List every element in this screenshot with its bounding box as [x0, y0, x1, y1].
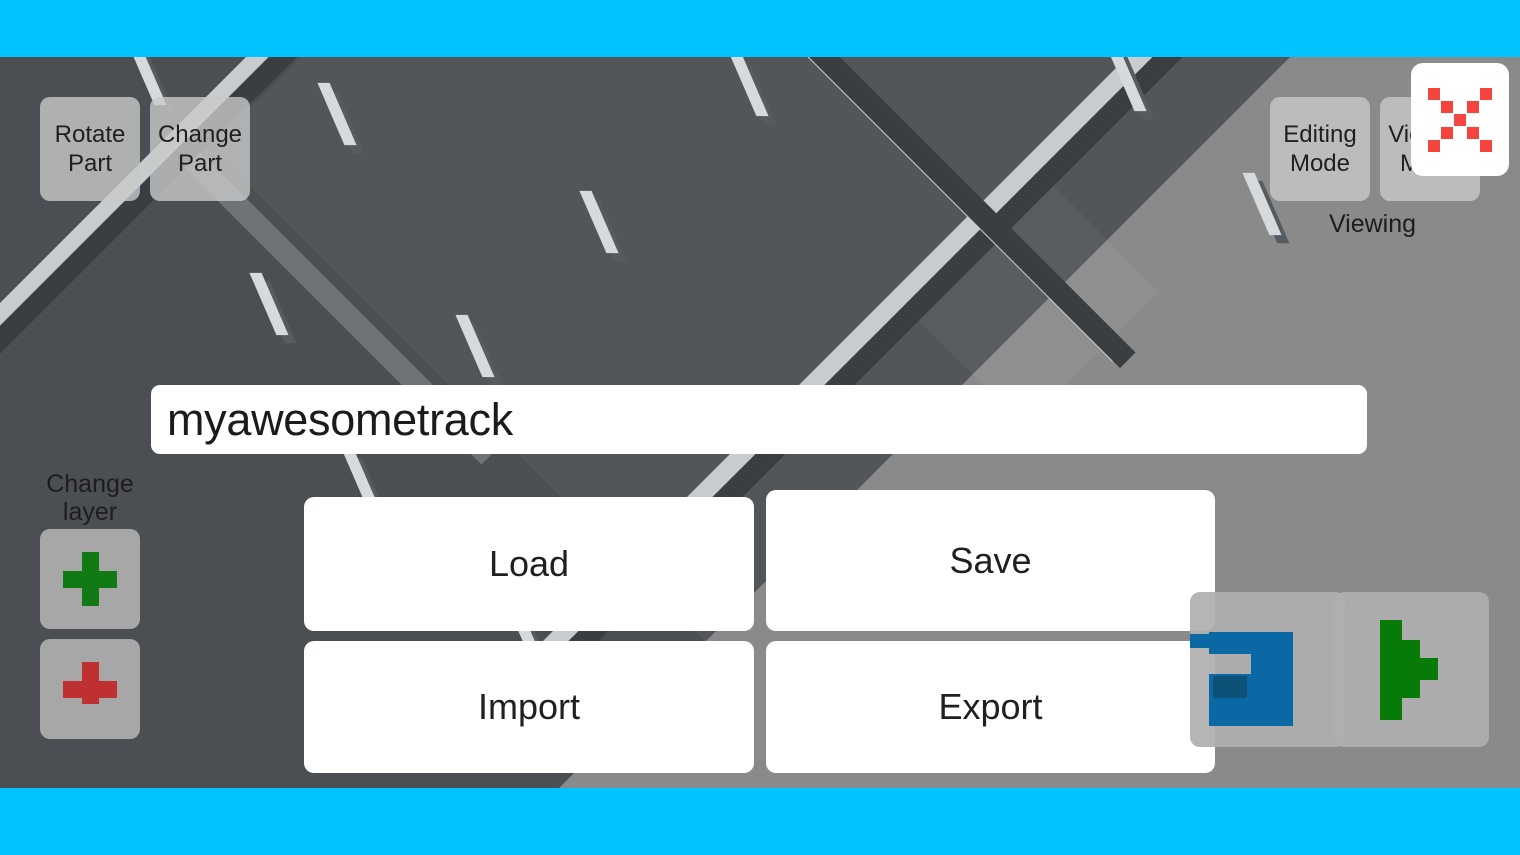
track-name-value: myawesometrack [167, 393, 513, 445]
blue-block-icon [1190, 614, 1321, 726]
rotate-part-label-line2: Part [67, 150, 112, 177]
change-part-label-line2: Part [177, 150, 222, 177]
export-button[interactable]: Export [766, 641, 1215, 773]
sky-band-bottom [0, 788, 1520, 855]
change-part-button[interactable]: Change Part [150, 97, 250, 201]
plus-icon [63, 552, 117, 606]
blue-tool-button[interactable] [1190, 592, 1345, 747]
import-button[interactable]: Import [304, 641, 754, 773]
change-layer-label-line1: Change [46, 470, 134, 498]
change-layer-label: Change layer [25, 470, 155, 526]
rotate-part-button[interactable]: Rotate Part [40, 97, 140, 201]
change-layer-label-line2: layer [62, 498, 118, 526]
load-button[interactable]: Load [304, 497, 754, 631]
layer-down-button[interactable] [40, 639, 140, 739]
app-root: Rotate Part Change Part Editing Mode Vie… [0, 0, 1520, 855]
sky-band-top [0, 0, 1520, 57]
green-arrow-icon [1380, 620, 1450, 720]
editing-mode-label-line2: Mode [1289, 150, 1351, 177]
mode-status-label: Viewing [1328, 210, 1417, 238]
rotate-part-label-line1: Rotate [54, 120, 126, 148]
green-tool-button[interactable] [1334, 592, 1489, 747]
layer-up-button[interactable] [40, 529, 140, 629]
close-button[interactable] [1411, 63, 1509, 176]
close-icon [1428, 87, 1492, 152]
minus-plus-icon [63, 662, 117, 716]
track-name-input[interactable]: myawesometrack [151, 385, 1367, 454]
editing-mode-label-line1: Editing [1283, 120, 1357, 148]
change-part-label-line1: Change [157, 120, 243, 148]
save-button[interactable]: Save [766, 490, 1215, 631]
editing-mode-button[interactable]: Editing Mode [1270, 97, 1370, 201]
